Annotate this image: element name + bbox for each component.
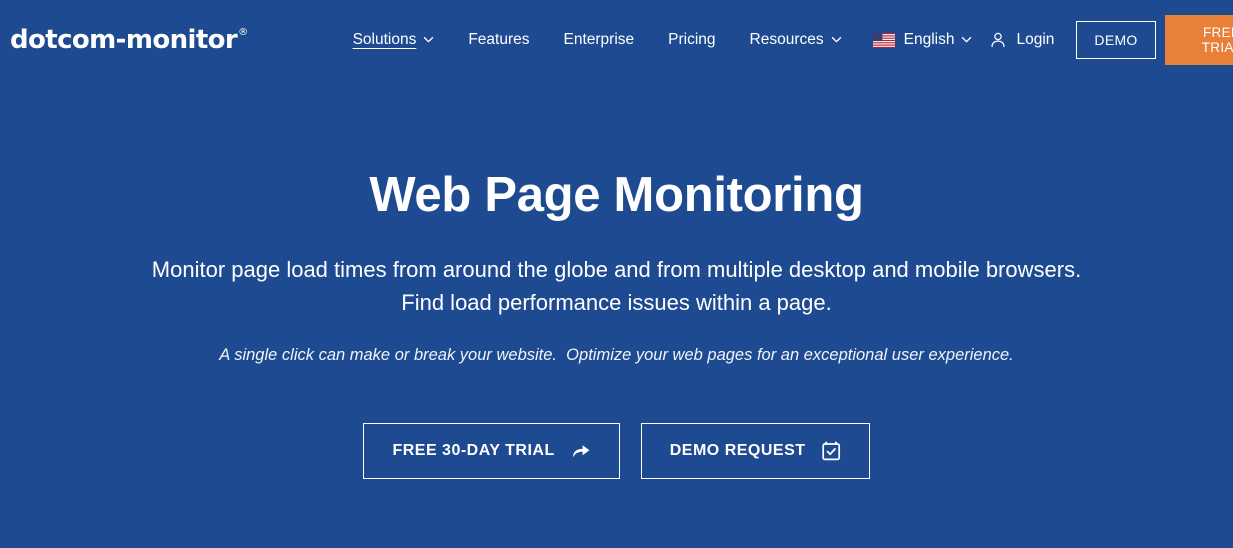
calendar-check-icon bbox=[821, 441, 841, 461]
brand-logo[interactable]: dotcom-monitor ® bbox=[10, 27, 248, 53]
hero-cta-group: FREE 30-DAY TRIAL DEMO REQUEST bbox=[0, 422, 1233, 479]
nav-item-solutions-label: Solutions bbox=[352, 31, 417, 48]
free-30-day-trial-label: FREE 30-DAY TRIAL bbox=[392, 441, 555, 459]
primary-navigation: Solutions Features Enterprise Pricing Re… bbox=[336, 30, 990, 50]
brand-logo-text: dotcom-monitor bbox=[10, 25, 238, 55]
forward-arrow-icon bbox=[571, 442, 591, 460]
nav-item-enterprise[interactable]: Enterprise bbox=[547, 30, 652, 50]
hero-subtitle-line-1: Monitor page load times from around the … bbox=[151, 256, 1082, 282]
chevron-down-icon bbox=[961, 34, 972, 45]
nav-item-features-label: Features bbox=[468, 31, 530, 48]
registered-trademark-icon: ® bbox=[238, 27, 248, 38]
nav-item-pricing[interactable]: Pricing bbox=[651, 30, 732, 50]
chevron-down-icon bbox=[831, 34, 842, 45]
nav-item-pricing-label: Pricing bbox=[668, 31, 716, 48]
demo-request-button[interactable]: DEMO REQUEST bbox=[640, 422, 870, 479]
hero-subtitle: Monitor page load times from around the … bbox=[137, 253, 1097, 319]
language-selector-label: English bbox=[903, 31, 955, 48]
nav-item-solutions[interactable]: Solutions bbox=[336, 30, 452, 50]
us-flag-icon bbox=[872, 32, 895, 48]
header-actions: Login DEMO FREE TRIAL bbox=[989, 15, 1233, 65]
language-selector[interactable]: English bbox=[859, 30, 990, 50]
demo-button[interactable]: DEMO bbox=[1076, 21, 1156, 59]
nav-item-features[interactable]: Features bbox=[451, 30, 546, 50]
site-header: dotcom-monitor ® Solutions Features Enter… bbox=[0, 0, 1233, 80]
free-trial-button[interactable]: FREE TRIAL bbox=[1164, 15, 1233, 65]
hero-section: Web Page Monitoring Monitor page load ti… bbox=[0, 80, 1233, 479]
demo-request-label: DEMO REQUEST bbox=[669, 441, 806, 459]
nav-item-enterprise-label: Enterprise bbox=[563, 31, 635, 48]
hero-tagline: A single click can make or break your we… bbox=[219, 345, 1014, 364]
hero-subtitle-line-2: Find load performance issues within a pa… bbox=[401, 289, 832, 315]
page-title: Web Page Monitoring bbox=[369, 168, 864, 222]
login-label: Login bbox=[1016, 31, 1055, 48]
free-30-day-trial-button[interactable]: FREE 30-DAY TRIAL bbox=[363, 422, 620, 479]
nav-item-resources[interactable]: Resources bbox=[733, 30, 859, 50]
login-link[interactable]: Login bbox=[989, 31, 1076, 49]
user-icon bbox=[989, 31, 1007, 49]
nav-item-resources-label: Resources bbox=[749, 31, 824, 48]
chevron-down-icon bbox=[423, 34, 434, 45]
